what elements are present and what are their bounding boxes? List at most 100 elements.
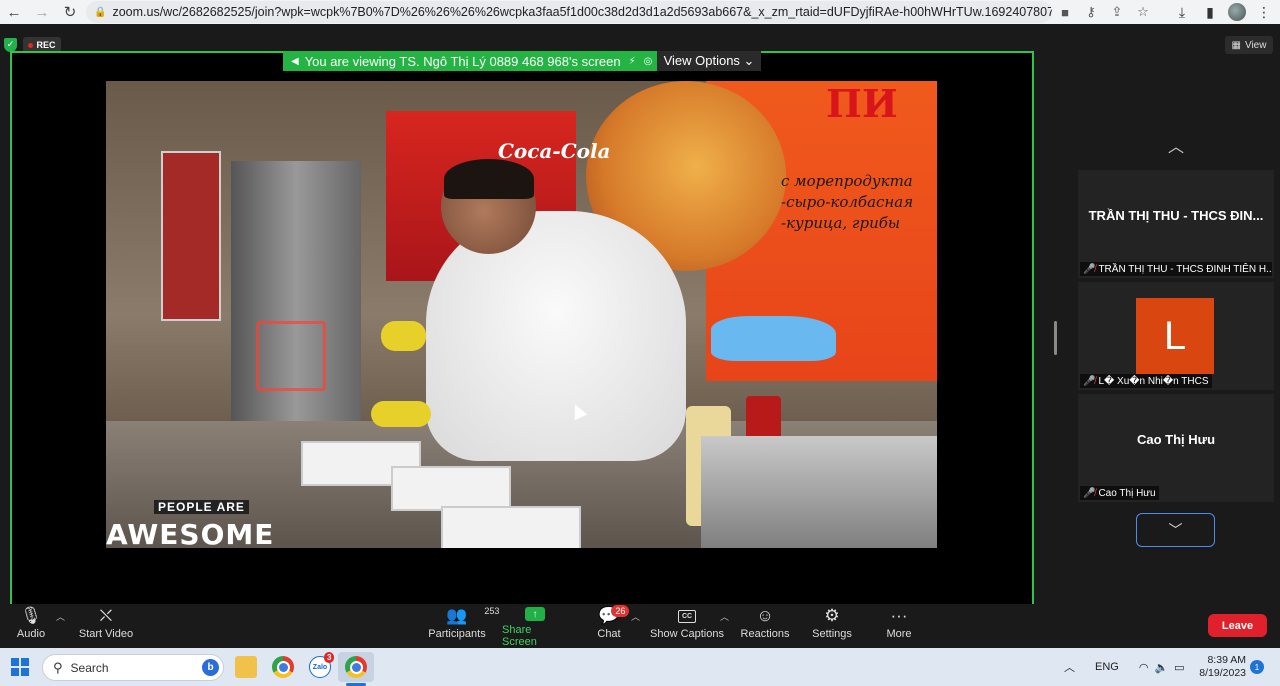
video-coke-text: Coca-Cola <box>498 139 611 163</box>
chat-options-caret-icon[interactable]: ︿ <box>631 610 640 623</box>
taskbar-clock[interactable]: 8:39 AM 8/19/2023 <box>1192 654 1246 680</box>
audio-options-caret-icon[interactable]: ︿ <box>56 610 65 623</box>
more-button[interactable]: ··· More <box>883 604 915 648</box>
share-screen-button[interactable]: ↑ Share Screen <box>502 604 568 648</box>
zalo-icon[interactable]: Zalo 3 <box>309 652 335 678</box>
chat-button[interactable]: 💬 26 Chat <box>594 604 630 648</box>
volume-icon[interactable]: 🔈 <box>1154 661 1168 674</box>
chrome-icon[interactable] <box>272 656 294 678</box>
side-panel-icon[interactable]: ▮ <box>1200 4 1220 21</box>
video-pizza-text: с морепродукта -сыро-колбасная -курица, … <box>781 172 914 232</box>
captions-options-caret-icon[interactable]: ︿ <box>720 610 729 623</box>
scroll-down-button[interactable]: ﹀ <box>1136 513 1215 547</box>
settings-label: Settings <box>812 628 852 640</box>
clock-date: 8/19/2023 <box>1199 667 1246 679</box>
shared-video[interactable]: ПИ с морепродукта -сыро-колбасная -куриц… <box>106 81 937 548</box>
reactions-button[interactable]: ☺ Reactions <box>740 604 790 648</box>
start-video-label: Start Video <box>78 628 134 640</box>
video-logo-small: PEOPLE ARE <box>154 500 249 514</box>
video-tray <box>391 466 511 511</box>
profile-avatar[interactable] <box>1228 3 1246 21</box>
participant-label: 🎤̸ Cao Thị Hưu <box>1080 486 1159 500</box>
participant-label-text: L� Xu�n Nhi�n THCS <box>1098 375 1209 387</box>
reload-icon[interactable]: ↻ <box>56 0 84 24</box>
chrome-profile-icon[interactable] <box>345 656 367 678</box>
participant-display-name: Cao Thị Hưu <box>1136 431 1216 447</box>
share-screen-label: Share Screen <box>502 624 537 648</box>
show-captions-button[interactable]: CC Show Captions <box>650 604 724 648</box>
menu-icon[interactable]: ⋮ <box>1254 4 1274 21</box>
captions-icon: CC <box>678 609 696 623</box>
settings-button[interactable]: ⚙ Settings <box>810 604 854 648</box>
camera-icon[interactable]: ■ <box>1054 5 1076 20</box>
video-pizza-title: ПИ <box>826 81 898 126</box>
zalo-badge: 3 <box>324 652 335 663</box>
bing-icon[interactable]: b <box>202 659 219 676</box>
video-poster <box>161 151 221 321</box>
browser-toolbar: ← → ↻ 🔒 zoom.us/wc/2682682525/join?wpk=w… <box>0 0 1280 24</box>
chat-label: Chat <box>597 628 621 640</box>
more-dots-icon: ··· <box>890 606 908 625</box>
battery-icon[interactable]: ▭ <box>1174 661 1184 674</box>
participant-display-name: TRẦN THỊ THU - THCS ĐIN... <box>1088 207 1264 223</box>
chat-icon: 💬 26 <box>598 604 630 628</box>
forward-icon[interactable]: → <box>28 0 56 24</box>
share-screen-icon: ↑ <box>525 607 545 621</box>
search-icon: ⚲ <box>53 659 63 675</box>
view-button[interactable]: ▦ View <box>1225 36 1273 54</box>
panel-resize-handle[interactable] <box>1054 321 1057 355</box>
rec-dot-icon <box>28 42 34 48</box>
rec-label: REC <box>36 40 56 50</box>
mic-warning-icon: 🎙 <box>20 606 42 625</box>
file-explorer-icon[interactable] <box>235 656 257 678</box>
windows-start-icon[interactable] <box>11 658 29 676</box>
video-tray <box>441 506 581 548</box>
participants-icon: 👥 253 <box>446 606 500 625</box>
gear-icon: ⚙ <box>824 606 840 625</box>
key-icon[interactable]: ⚷ <box>1080 4 1102 20</box>
wifi-icon[interactable]: ◠ <box>1139 661 1149 674</box>
participant-tile[interactable]: TRẦN THỊ THU - THCS ĐIN... 🎤̸ TRẦN THỊ TH… <box>1078 170 1274 278</box>
scroll-up-icon[interactable]: ︿ <box>1166 133 1186 157</box>
mic-muted-icon: 🎤̸ <box>1083 375 1096 387</box>
participant-avatar: L <box>1136 298 1214 374</box>
captions-icon-wrap: CC <box>678 604 696 628</box>
taskbar-search-input[interactable]: ⚲ Search b <box>42 654 224 681</box>
start-video-button[interactable]: ⛌ Start Video <box>78 604 134 648</box>
address-bar[interactable]: 🔒 zoom.us/wc/2682682525/join?wpk=wcpk%7B… <box>86 1 1052 23</box>
video-logo-big: AWESOME <box>106 518 275 548</box>
share-screen-icon-wrap: ↑ <box>525 604 545 624</box>
video-grill-glow <box>256 321 326 391</box>
more-label: More <box>886 628 912 640</box>
participant-label-text: Cao Thị Hưu <box>1098 487 1156 499</box>
participant-tile[interactable]: L 🎤̸ L� Xu�n Nhi�n THCS <box>1078 282 1274 390</box>
tray-overflow-icon[interactable]: ︿ <box>1064 659 1075 675</box>
back-icon[interactable]: ← <box>0 0 28 24</box>
url-text: zoom.us/wc/2682682525/join?wpk=wcpk%7B0%… <box>112 5 1052 19</box>
status-circle-icon: ◎ <box>643 55 653 67</box>
video-bag <box>711 316 836 361</box>
site-info-icon[interactable]: 🔒 <box>94 7 106 18</box>
leave-button[interactable]: Leave <box>1208 614 1267 637</box>
participant-label: 🎤̸ TRẦN THỊ THU - THCS ĐINH TIÊN H... <box>1080 262 1272 276</box>
language-indicator[interactable]: ENG <box>1095 661 1119 673</box>
audio-label: Audio <box>16 628 46 640</box>
meeting-toolbar: 🎙 Audio ︿ ⛌ Start Video 👥 253 Participant… <box>0 604 1280 648</box>
view-options-dropdown[interactable]: View Options ⌄ <box>657 51 761 71</box>
download-icon[interactable]: ⤓ <box>1172 4 1192 21</box>
video-machine <box>701 436 937 548</box>
participant-label-text: TRẦN THỊ THU - THCS ĐINH TIÊN H... <box>1098 263 1272 275</box>
video-chef-body <box>426 211 686 461</box>
mic-slash-icon: ⚡ <box>628 55 636 67</box>
participants-button[interactable]: 👥 253 Participants <box>427 604 500 648</box>
share-page-icon[interactable]: ⇪ <box>1106 4 1128 20</box>
notifications-badge[interactable]: 1 <box>1250 660 1264 674</box>
video-chef-hair <box>444 159 534 199</box>
participant-tile[interactable]: Cao Thị Hưu 🎤̸ Cao Thị Hưu <box>1078 394 1274 502</box>
security-shield-icon[interactable]: ✓ <box>4 38 17 52</box>
show-captions-label: Show Captions <box>650 628 724 640</box>
audio-button[interactable]: 🎙 Audio <box>14 604 48 648</box>
participant-label: 🎤̸ L� Xu�n Nhi�n THCS <box>1080 374 1212 388</box>
video-glove <box>381 321 426 351</box>
bookmark-star-icon[interactable]: ☆ <box>1132 4 1154 20</box>
